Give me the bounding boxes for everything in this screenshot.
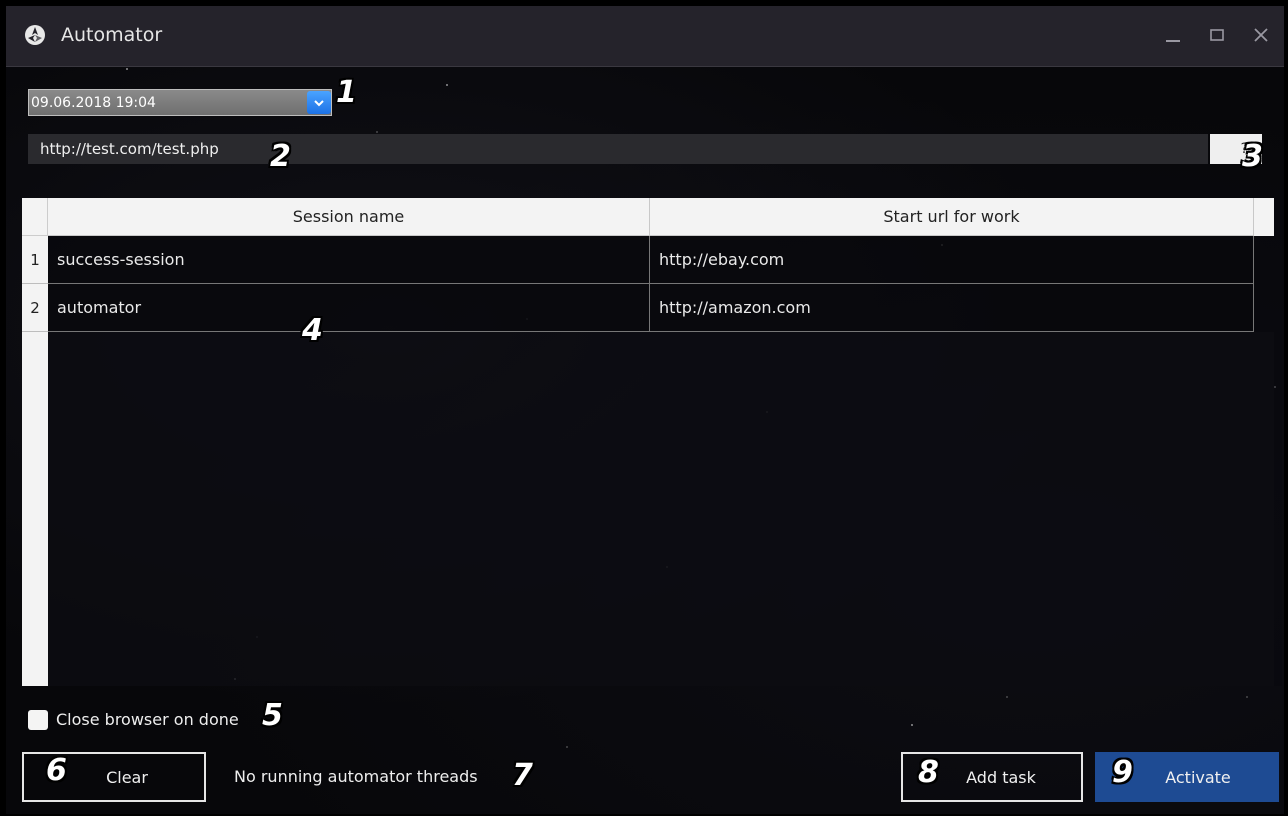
maximize-icon[interactable] xyxy=(1204,22,1230,48)
title-bar: Automator xyxy=(6,6,1284,67)
annotation-badge-7: 7 xyxy=(512,758,533,793)
clear-button-label: Clear xyxy=(106,767,148,787)
close-browser-checkbox[interactable] xyxy=(28,710,48,730)
automator-logo-icon xyxy=(24,24,46,46)
star xyxy=(376,131,378,133)
table-cell-session[interactable]: automator xyxy=(48,284,650,332)
annotation-badge-4: 4 xyxy=(302,313,323,348)
minimize-icon[interactable] xyxy=(1160,22,1186,48)
star xyxy=(126,68,128,70)
add-task-button-label: Add task xyxy=(966,767,1036,787)
annotation-badge-3: 3 xyxy=(1242,139,1263,174)
url-input[interactable] xyxy=(28,134,1208,164)
annotation-badge-5: 5 xyxy=(262,698,283,733)
table-cell-url[interactable]: http://ebay.com xyxy=(650,236,1254,284)
star xyxy=(566,746,568,748)
date-select-value: 09.06.2018 19:04 xyxy=(31,94,156,111)
row-number[interactable]: 1 xyxy=(22,236,48,284)
column-header-start-url[interactable]: Start url for work xyxy=(650,198,1254,236)
column-header-session-name[interactable]: Session name xyxy=(48,198,650,236)
annotation-badge-2: 2 xyxy=(270,139,291,174)
star xyxy=(1246,696,1248,698)
table-cell-session[interactable]: success-session xyxy=(48,236,650,284)
annotation-badge-8: 8 xyxy=(918,755,939,790)
table-empty-area xyxy=(48,332,1274,686)
chevron-down-icon[interactable] xyxy=(307,91,331,114)
window-title: Automator xyxy=(61,24,163,46)
date-select[interactable]: 09.06.2018 19:04 xyxy=(28,89,332,116)
row-number[interactable]: 2 xyxy=(22,284,48,332)
star xyxy=(446,84,448,86)
annotation-badge-1: 1 xyxy=(336,75,357,110)
header-filler xyxy=(1254,198,1274,236)
star xyxy=(1006,696,1008,698)
activate-button-label: Activate xyxy=(1165,767,1231,787)
sessions-table: Session name Start url for work 1 succes… xyxy=(22,198,1282,686)
close-icon[interactable] xyxy=(1248,22,1274,48)
star xyxy=(911,724,913,726)
table-cell-url[interactable]: http://amazon.com xyxy=(650,284,1254,332)
annotation-badge-9: 9 xyxy=(1112,755,1133,790)
table-corner xyxy=(22,198,48,236)
automator-window: Automator 09.06.2018 19:04 1 2 ? 3 Sessi… xyxy=(6,6,1284,814)
status-text: No running automator threads xyxy=(234,767,478,786)
close-browser-label: Close browser on done xyxy=(56,710,239,729)
annotation-badge-6: 6 xyxy=(46,753,67,788)
